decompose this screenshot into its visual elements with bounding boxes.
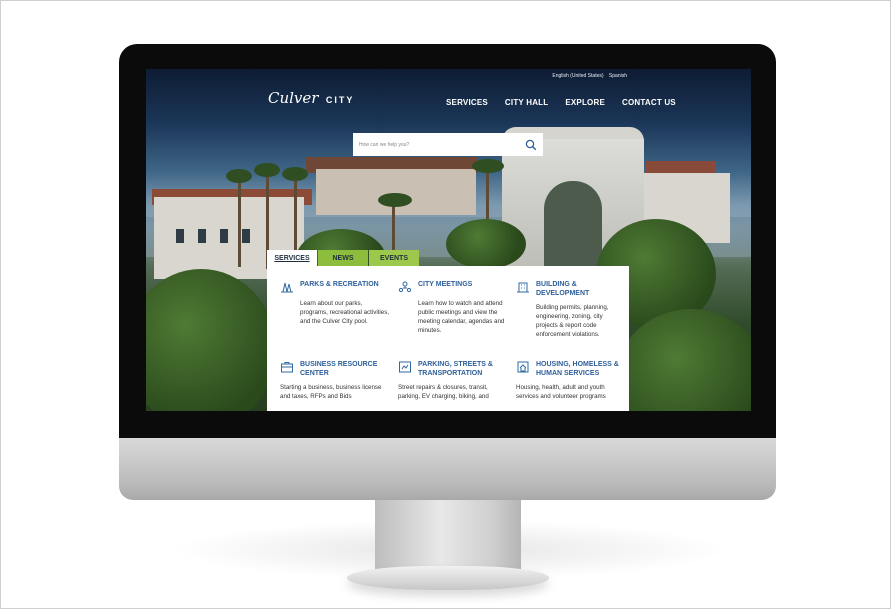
- service-title[interactable]: CITY MEETINGS: [418, 280, 472, 289]
- nav-explore[interactable]: EXPLORE: [565, 98, 605, 107]
- hero-building: [316, 169, 476, 215]
- service-card[interactable]: BUSINESS RESOURCE CENTER Starting a busi…: [280, 360, 390, 401]
- service-card[interactable]: PARKS & RECREATION Learn about our parks…: [280, 280, 390, 326]
- parking-icon: [399, 361, 411, 373]
- business-icon: [281, 362, 293, 373]
- monitor-chin: [119, 438, 776, 500]
- monitor-stand-base: [347, 566, 549, 590]
- service-card[interactable]: HOUSING, HOMELESS & HUMAN SERVICES Housi…: [516, 360, 626, 401]
- main-nav: SERVICES CITY HALL EXPLORE CONTACT US: [446, 98, 676, 107]
- language-bar: English (United States) Spanish: [548, 73, 627, 79]
- site-logo[interactable]: Culver CITY: [268, 89, 354, 108]
- service-title[interactable]: HOUSING, HOMELESS & HUMAN SERVICES: [536, 360, 626, 378]
- service-title[interactable]: PARKS & RECREATION: [300, 280, 379, 289]
- nav-services[interactable]: SERVICES: [446, 98, 488, 107]
- content-tabs: SERVICES NEWS EVENTS: [267, 250, 419, 266]
- palm-crown: [282, 167, 308, 181]
- palm-crown: [226, 169, 252, 183]
- tree-canopy: [146, 269, 276, 411]
- service-description: Learn about our parks, programs, recreat…: [300, 300, 390, 325]
- tab-events[interactable]: EVENTS: [369, 250, 419, 266]
- language-english[interactable]: English (United States): [552, 73, 603, 79]
- service-title[interactable]: BUILDING & DEVELOPMENT: [536, 280, 626, 298]
- service-title[interactable]: PARKING, STREETS & TRANSPORTATION: [418, 360, 508, 378]
- services-panel: PARKS & RECREATION Learn about our parks…: [267, 266, 629, 411]
- nav-city-hall[interactable]: CITY HALL: [505, 98, 548, 107]
- service-description: Building permits, planning, engineering,…: [536, 304, 609, 338]
- palm-crown: [378, 193, 412, 207]
- palm-crown: [254, 163, 280, 177]
- search-icon[interactable]: [525, 139, 537, 151]
- service-card[interactable]: PARKING, STREETS & TRANSPORTATION Street…: [398, 360, 508, 401]
- service-card[interactable]: CITY MEETINGS Learn how to watch and att…: [398, 280, 508, 335]
- hero-window: [242, 229, 250, 243]
- tab-services[interactable]: SERVICES: [267, 250, 317, 266]
- language-spanish[interactable]: Spanish: [609, 73, 627, 79]
- nav-contact-us[interactable]: CONTACT US: [622, 98, 676, 107]
- service-title[interactable]: BUSINESS RESOURCE CENTER: [300, 360, 390, 378]
- search-input[interactable]: [359, 141, 525, 148]
- parks-icon: [281, 282, 293, 293]
- palm-trunk: [238, 177, 241, 267]
- tab-news[interactable]: NEWS: [318, 250, 368, 266]
- screen: English (United States) Spanish Culver C…: [146, 69, 751, 411]
- hero-window: [220, 229, 228, 243]
- service-card[interactable]: BUILDING & DEVELOPMENT Building permits,…: [516, 280, 626, 339]
- meetings-icon: [398, 281, 412, 293]
- hero-window: [176, 229, 184, 243]
- service-description: Street repairs & closures, transit, park…: [398, 384, 489, 400]
- building-icon: [517, 282, 529, 293]
- hero-window: [198, 229, 206, 243]
- palm-crown: [472, 159, 504, 173]
- housing-icon: [517, 361, 529, 373]
- logo-script: Culver: [268, 89, 319, 107]
- logo-city: CITY: [325, 95, 355, 105]
- service-description: Learn how to watch and attend public mee…: [418, 300, 505, 334]
- hero-arch-opening: [544, 181, 602, 271]
- tree-canopy: [446, 219, 526, 269]
- service-description: Housing, health, adult and youth service…: [516, 384, 606, 400]
- monitor-stand: [375, 500, 521, 576]
- service-description: Starting a business, business license an…: [280, 384, 382, 400]
- search-box: [353, 133, 543, 156]
